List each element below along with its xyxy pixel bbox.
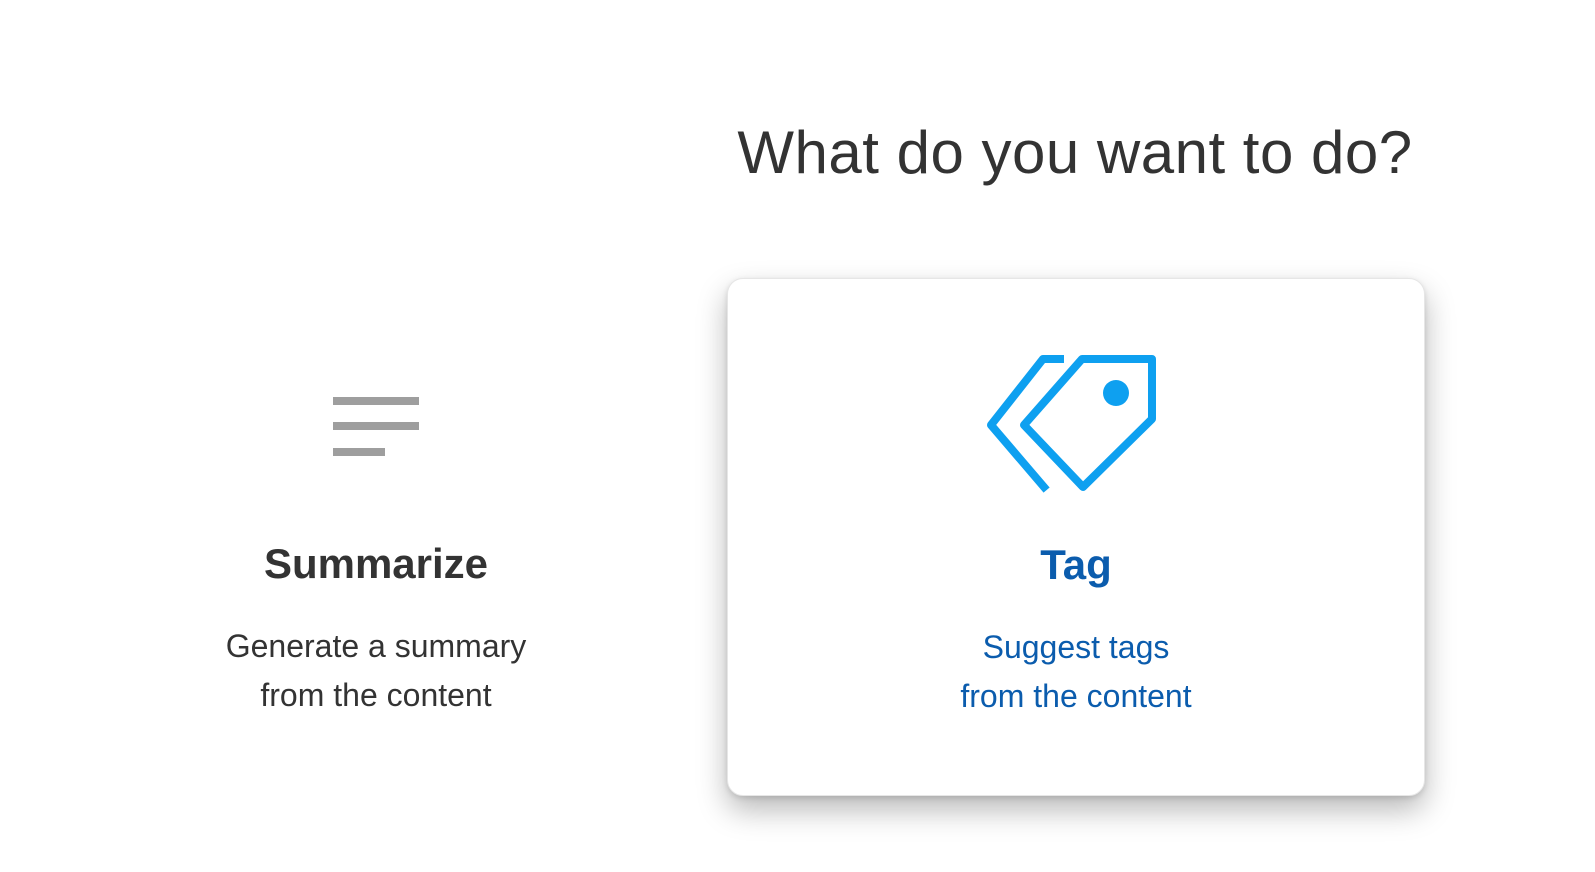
- summarize-description: Generate a summary from the content: [80, 622, 672, 720]
- tag-description: Suggest tags from the content: [728, 623, 1424, 721]
- tags-icon: [728, 353, 1424, 493]
- tag-option-card[interactable]: Tag Suggest tags from the content: [727, 278, 1425, 796]
- tag-title: Tag: [1040, 541, 1112, 588]
- summarize-description-line: from the content: [260, 677, 492, 713]
- tag-description-line: from the content: [960, 678, 1192, 714]
- lines-icon: [80, 396, 672, 460]
- page-title: What do you want to do?: [737, 119, 1413, 186]
- summarize-title: Summarize: [263, 540, 489, 587]
- tag-description-line: Suggest tags: [982, 629, 1170, 665]
- task-selection-page: What do you want to do? Summarize Genera…: [0, 0, 1595, 872]
- summarize-description-line: Generate a summary: [225, 628, 527, 664]
- summarize-option-card[interactable]: Summarize Generate a summary from the co…: [80, 278, 672, 796]
